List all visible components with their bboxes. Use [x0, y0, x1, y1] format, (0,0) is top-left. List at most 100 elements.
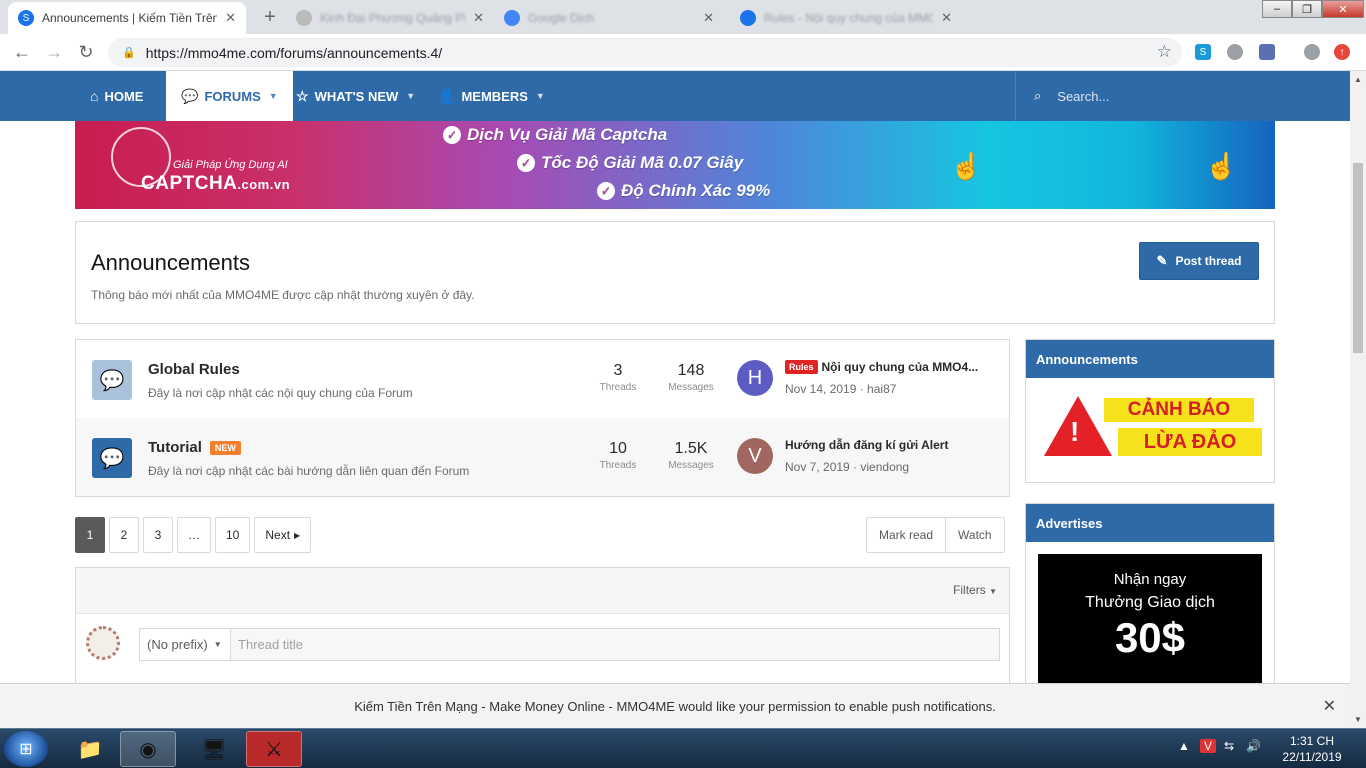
update-alert-icon[interactable]: ↑ [1334, 44, 1350, 60]
page-scrollbar[interactable]: ▲ ▼ [1350, 71, 1366, 728]
volume-tray-icon[interactable]: 🔊 [1246, 739, 1261, 753]
nav-whats-new[interactable]: ☆ WHAT'S NEW ▼ [296, 71, 415, 121]
rules-prefix-badge: Rules [785, 360, 818, 374]
close-window-icon[interactable]: ✕ [1322, 0, 1364, 18]
scrollbar-thumb[interactable] [1353, 163, 1363, 353]
tab-google-dich[interactable]: Google Dịch ✕ [494, 2, 724, 34]
push-notification-bar: Kiếm Tiền Trên Mạng - Make Money Online … [0, 683, 1350, 728]
file-explorer-icon[interactable]: 📁 [62, 731, 118, 767]
scam-warning-image[interactable]: ! CẢNH BÁO LỪA ĐẢO [1038, 390, 1262, 465]
latest-thread-meta[interactable]: Nov 14, 2019 · hai87 [785, 382, 896, 396]
banner-line: ✓ Độ Chính Xác 99% [597, 181, 770, 201]
forward-arrow-icon[interactable]: → [42, 40, 66, 64]
chevron-down-icon[interactable]: ▼ [406, 91, 415, 101]
latest-thread-meta[interactable]: Nov 7, 2019 · viendong [785, 460, 909, 474]
forum-header-block: Announcements Thông báo mới nhất của MMO… [75, 221, 1275, 324]
avatar [86, 626, 120, 660]
banner-line-text: Tốc Độ Giải Mã 0.07 Giây [541, 153, 744, 172]
system-clock[interactable]: 1:31 CH 22/11/2019 [1262, 733, 1362, 765]
nav-home[interactable]: ⌂ HOME [90, 71, 143, 121]
scroll-down-arrow-icon[interactable]: ▼ [1354, 715, 1362, 724]
next-page-button[interactable]: Next ▶ [254, 517, 312, 553]
latest-thread-title[interactable]: Nội quy chung của MMO4... [822, 360, 979, 374]
subforum-row-global-rules[interactable]: 💬 Global Rules Đây là nơi cập nhật các n… [76, 340, 1009, 418]
forum-actions: Mark read Watch [866, 517, 1005, 553]
profile-avatar-icon[interactable] [1304, 44, 1320, 60]
page-button-current[interactable]: 1 [75, 517, 105, 553]
avatar[interactable]: H [737, 360, 773, 396]
post-thread-label: Post thread [1175, 254, 1242, 268]
close-tab-icon[interactable]: ✕ [703, 10, 714, 26]
captcha-ad-banner[interactable]: Giải Pháp Ứng Dụng AI CAPTCHA.com.vn ✓ Dị… [75, 121, 1275, 209]
subforum-description: Đây là nơi cập nhật các bài hướng dẫn li… [148, 464, 470, 478]
subforum-description: Đây là nơi cập nhật các nội quy chung củ… [148, 386, 413, 400]
tab-rules[interactable]: Rules - Nội quy chung của MMO4ME ✕ [730, 2, 962, 34]
reload-icon[interactable]: ↻ [74, 40, 98, 64]
back-arrow-icon[interactable]: ← [10, 40, 34, 64]
nav-search[interactable]: ⌕ [1015, 71, 1275, 121]
network-tray-icon[interactable]: ⇆ [1224, 739, 1234, 753]
tray-expand-arrow-icon[interactable]: ▲ [1178, 739, 1190, 753]
chevron-down-icon[interactable]: ▼ [536, 91, 545, 101]
latest-thread-link[interactable]: Hướng dẫn đăng kí gửi Alert [785, 438, 948, 452]
start-orb-icon[interactable]: ⊞ [4, 731, 48, 767]
close-icon[interactable]: ✕ [1323, 696, 1336, 716]
mark-read-button[interactable]: Mark read [867, 518, 945, 552]
address-bar[interactable]: 🔒 ☆ [108, 38, 1182, 67]
filters-dropdown[interactable]: Filters ▼ [953, 583, 997, 597]
tab-announcements[interactable]: S Announcements | Kiếm Tiền Trên ✕ [8, 2, 246, 34]
latest-thread-link[interactable]: Rules Nội quy chung của MMO4... [785, 360, 978, 374]
extension-vpn-icon[interactable] [1259, 44, 1275, 60]
subforum-name[interactable]: Global Rules [148, 361, 240, 378]
bookmark-star-icon[interactable]: ☆ [1157, 42, 1172, 62]
page-jump-button[interactable]: … [177, 517, 211, 553]
page-button[interactable]: 10 [215, 517, 251, 553]
dota-game-icon[interactable]: ⚔ [246, 731, 302, 767]
tab-kinh-dai-phuong[interactable]: Kinh Đại Phương Quảng Phật Hoa Nghiêm ✕ [286, 2, 494, 34]
new-tab-plus-icon[interactable]: + [258, 6, 282, 28]
subforum-row-tutorial[interactable]: 💬 Tutorial NEW Đây là nơi cập nhật các bà… [76, 418, 1009, 496]
chevron-down-icon[interactable]: ▼ [269, 91, 278, 101]
page-button[interactable]: 2 [109, 517, 139, 553]
subforum-name[interactable]: Tutorial [148, 439, 202, 456]
url-input[interactable] [145, 44, 1146, 61]
latest-thread-title[interactable]: Hướng dẫn đăng kí gửi Alert [785, 438, 948, 452]
nav-forums[interactable]: 💬 FORUMS ▼ [166, 71, 293, 121]
tab-title: Google Dịch [528, 11, 595, 25]
thread-title-input[interactable] [230, 628, 1000, 661]
maximize-window-icon[interactable]: ❐ [1292, 0, 1322, 18]
chrome-icon[interactable]: ◉ [120, 731, 176, 767]
comments-icon: 💬 [181, 87, 199, 104]
page-button[interactable]: 3 [143, 517, 173, 553]
minimize-window-icon[interactable]: – [1262, 0, 1292, 18]
tab-title: Rules - Nội quy chung của MMO4ME [764, 11, 934, 25]
messages-stat: 148 Messages [661, 362, 721, 393]
banner-line: ✓ Dịch Vụ Giải Mã Captcha [443, 125, 667, 145]
extension-s-icon[interactable]: S [1195, 44, 1211, 60]
nav-members[interactable]: 👤 MEMBERS ▼ [438, 71, 545, 121]
post-thread-button[interactable]: ✎ Post thread [1139, 242, 1259, 280]
subforum-title[interactable]: Tutorial NEW [148, 439, 241, 456]
edit-icon: ✎ [1156, 253, 1168, 268]
subforum-title[interactable]: Global Rules [148, 361, 240, 378]
forex-ad-image[interactable]: Nhận ngay Thưởng Giao dịch 30$ [1038, 554, 1262, 694]
close-tab-icon[interactable]: ✕ [941, 10, 952, 26]
browser-toolbar: ← → ↻ 🔒 ☆ S ↑ [0, 34, 1366, 71]
messages-count: 1.5K [674, 440, 708, 457]
subforum-list: 💬 Global Rules Đây là nơi cập nhật các n… [75, 339, 1010, 497]
home-icon: ⌂ [90, 88, 99, 104]
antivirus-tray-icon[interactable]: V [1200, 739, 1217, 753]
extension-grey-icon[interactable] [1227, 44, 1243, 60]
prefix-select[interactable]: (No prefix) ▼ [139, 628, 230, 661]
close-tab-icon[interactable]: ✕ [473, 10, 484, 26]
banner-line-text: Dịch Vụ Giải Mã Captcha [467, 125, 668, 144]
search-input[interactable] [1057, 88, 1238, 104]
tab-title: Announcements | Kiếm Tiền Trên [42, 11, 218, 25]
scroll-up-arrow-icon[interactable]: ▲ [1354, 75, 1362, 84]
watch-button[interactable]: Watch [945, 518, 1004, 552]
banner-brand-suffix: .com.vn [237, 177, 291, 192]
check-circle-icon: ✓ [597, 182, 615, 200]
close-tab-icon[interactable]: ✕ [225, 10, 236, 26]
remote-desktop-icon[interactable]: 🖥 [186, 731, 242, 767]
avatar[interactable]: V [737, 438, 773, 474]
